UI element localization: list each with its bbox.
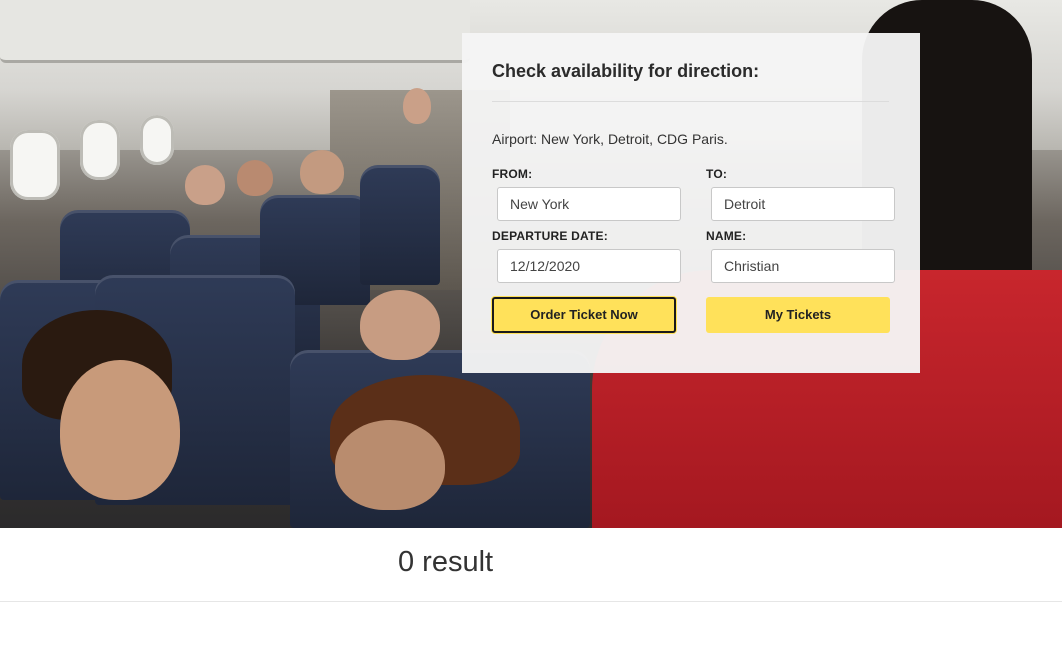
passenger-face bbox=[60, 360, 180, 500]
passenger-face bbox=[300, 150, 344, 194]
my-tickets-button[interactable]: My Tickets bbox=[706, 297, 890, 333]
title-divider bbox=[492, 101, 889, 102]
cabin-window bbox=[80, 120, 120, 180]
passenger-face bbox=[237, 160, 273, 196]
panel-title: Check availability for direction: bbox=[492, 61, 760, 81]
to-field: TO: Detroit bbox=[706, 167, 896, 221]
passenger-face bbox=[335, 420, 445, 510]
to-input[interactable]: Detroit bbox=[711, 187, 895, 221]
from-input[interactable]: New York bbox=[497, 187, 681, 221]
cabin-window bbox=[140, 115, 174, 165]
results-divider bbox=[0, 601, 1062, 602]
overhead-bin bbox=[0, 0, 470, 63]
name-label: NAME: bbox=[706, 229, 747, 243]
from-field: FROM: New York bbox=[492, 167, 682, 221]
departure-date-field: DEPARTURE DATE: 12/12/2020 bbox=[492, 229, 682, 283]
passenger-face bbox=[403, 88, 431, 124]
availability-panel: Check availability for direction: Airpor… bbox=[462, 33, 920, 373]
departure-date-input[interactable]: 12/12/2020 bbox=[497, 249, 681, 283]
passenger-face bbox=[360, 290, 440, 360]
order-ticket-button[interactable]: Order Ticket Now bbox=[492, 297, 676, 333]
seat bbox=[360, 165, 440, 285]
cabin-window bbox=[10, 130, 60, 200]
from-label: FROM: bbox=[492, 167, 533, 181]
airport-note: Airport: New York, Detroit, CDG Paris. bbox=[492, 131, 728, 147]
to-label: TO: bbox=[706, 167, 728, 181]
results-summary: 0 result bbox=[398, 546, 494, 578]
name-field: NAME: Christian bbox=[706, 229, 896, 283]
name-input[interactable]: Christian bbox=[711, 249, 895, 283]
passenger-face bbox=[185, 165, 225, 205]
departure-date-label: DEPARTURE DATE: bbox=[492, 229, 608, 243]
